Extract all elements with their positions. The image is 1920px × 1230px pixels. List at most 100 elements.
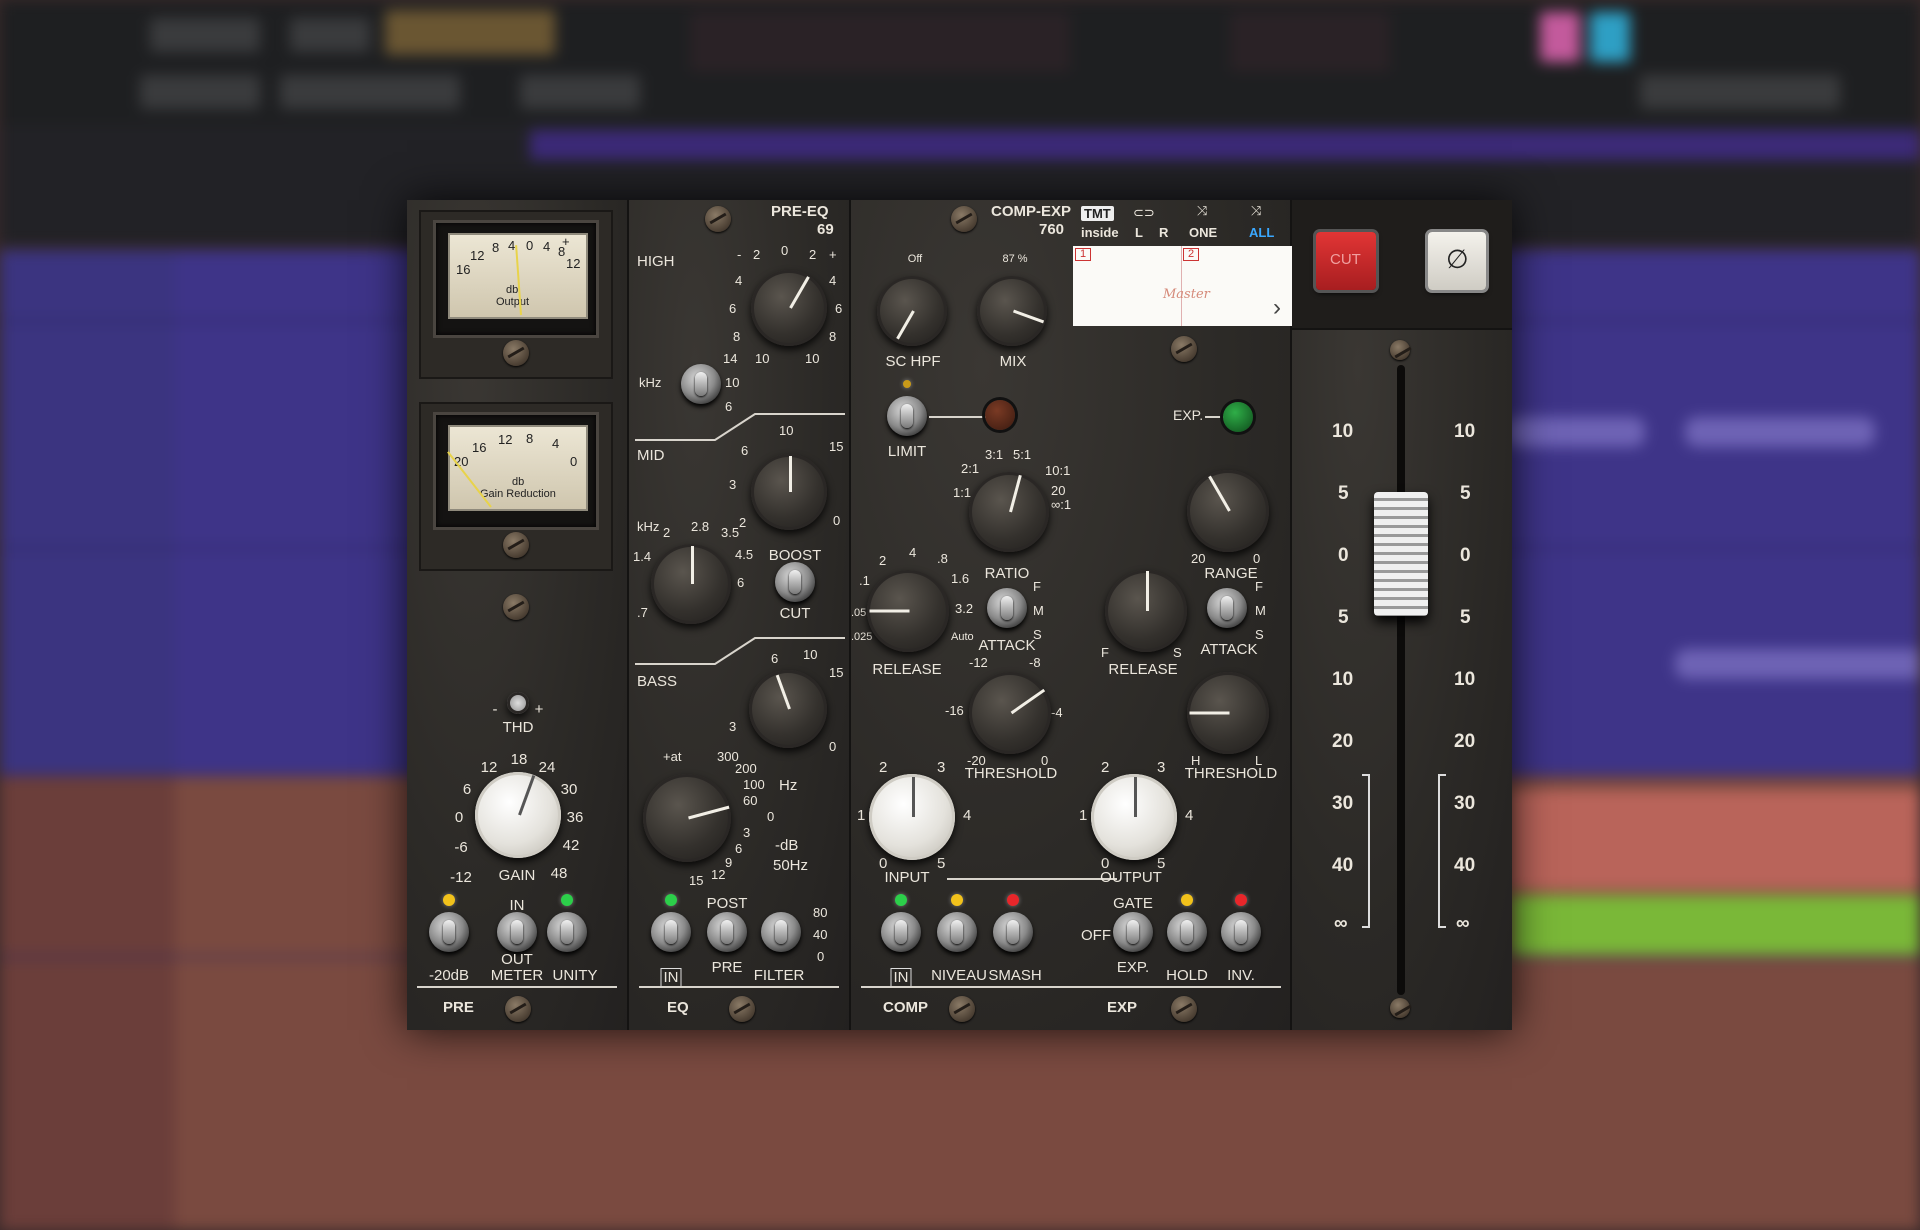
daw-track-header [0, 776, 175, 958]
cut-button[interactable]: CUT [1316, 232, 1376, 290]
gate-exp-switch[interactable] [1113, 912, 1153, 952]
eq-high-gain-knob[interactable] [751, 270, 827, 346]
eq-freq-tick: 3.5 [721, 525, 740, 540]
pre-gain-knob[interactable] [475, 772, 561, 858]
eq-filter-tick: 3 [743, 825, 751, 840]
ratio-tick: 20 [1051, 483, 1066, 498]
output-knob[interactable] [1091, 774, 1177, 860]
exp-release-knob[interactable] [1105, 570, 1187, 652]
random-one-button[interactable]: ONE [1189, 226, 1217, 239]
eq-tick: 10 [805, 351, 820, 366]
output-vu-meter: 16 12 8 4 0 4 8 12 + db Output [433, 220, 599, 338]
comp-threshold-knob[interactable] [969, 672, 1051, 754]
unity-label: UNITY [552, 967, 598, 984]
eq-high-freq-switch[interactable] [681, 364, 721, 404]
pre-section: 16 12 8 4 0 4 8 12 + db Output 20 16 12 … [407, 200, 629, 1030]
link-icon: ⊂⊃ [1133, 205, 1155, 220]
unity-switch[interactable] [547, 912, 587, 952]
eq-db-label: -dB [775, 837, 799, 854]
eq-mid-gain-knob[interactable] [751, 454, 827, 530]
eq-filter-tick: 15 [689, 873, 704, 888]
eq-filter-tick: 0 [767, 809, 775, 824]
eq-bass-freq-knob[interactable] [643, 774, 731, 862]
tmt-badge[interactable]: TMT [1081, 206, 1114, 221]
eq-freq-tick: 2 [663, 525, 671, 540]
cut-button-label: CUT [1330, 251, 1361, 268]
exp-section-label: EXP [1107, 999, 1138, 1016]
thd-plus-label: + [534, 701, 544, 718]
input-tick: 3 [937, 759, 946, 776]
eq-in-switch[interactable] [651, 912, 691, 952]
exp-mode-label: EXP. [1116, 959, 1150, 976]
meter-calibration-screw[interactable] [503, 532, 529, 558]
pad-20db-switch[interactable] [429, 912, 469, 952]
niveau-switch[interactable] [937, 912, 977, 952]
eq-tick: 2 [753, 247, 761, 262]
eq-freq-tick: 14 [723, 351, 738, 366]
ratio-knob[interactable] [969, 472, 1049, 552]
panel-screw [729, 996, 755, 1022]
gain-tick: 0 [454, 809, 464, 826]
smash-led [1007, 894, 1019, 906]
eq-tick: 3 [729, 719, 737, 734]
exp-label: EXP. [1173, 407, 1204, 423]
divider [861, 986, 1281, 988]
eq-freq-tick: 6 [737, 575, 745, 590]
preset-next-button[interactable]: › [1273, 296, 1281, 320]
exp-range-knob[interactable] [1187, 470, 1269, 552]
smash-switch[interactable] [993, 912, 1033, 952]
eq-tick: - [737, 247, 742, 262]
panel-screw [1171, 996, 1197, 1022]
fader-handle[interactable] [1374, 492, 1428, 616]
meter-in-out-switch[interactable] [497, 912, 537, 952]
panel-screw [1390, 340, 1410, 360]
preset-name: Master [1163, 287, 1210, 302]
eq-pre-post-switch[interactable] [707, 912, 747, 952]
eq-filter-value: 0 [817, 949, 825, 964]
exp-threshold-knob[interactable] [1187, 672, 1269, 754]
preset-slot-2[interactable]: 2 [1183, 248, 1200, 261]
comp-release-knob[interactable] [867, 570, 949, 652]
channel-l-button[interactable]: L [1135, 226, 1143, 239]
meter-tick: 12 [498, 432, 513, 447]
gain-tick: 18 [510, 751, 528, 768]
meter-calibration-screw[interactable] [503, 340, 529, 366]
preset-display[interactable]: 1 2 Master › [1073, 246, 1292, 326]
eq-filter-switch[interactable] [761, 912, 801, 952]
inv-switch[interactable] [1221, 912, 1261, 952]
meter-tick: 0 [526, 238, 534, 253]
comp-attack-switch[interactable] [987, 588, 1027, 628]
eq-hz-label: Hz [779, 777, 798, 794]
sc-hpf-knob[interactable] [877, 276, 947, 346]
eq-boost-cut-switch[interactable] [775, 562, 815, 602]
comp-in-led [895, 894, 907, 906]
fader-section: CUT ∅ 10 5 0 5 10 20 30 40 ∞ 10 5 0 5 10 [1292, 200, 1512, 1030]
eq-bass-label: BASS [637, 673, 678, 690]
comp-release-label: RELEASE [872, 661, 942, 678]
meter-switch-label: METER [490, 967, 544, 984]
random-all-button[interactable]: ALL [1249, 226, 1274, 239]
input-knob[interactable] [869, 774, 955, 860]
limit-switch[interactable] [887, 396, 927, 436]
mix-knob[interactable] [977, 276, 1047, 346]
meter-tick: 4 [543, 239, 551, 254]
channel-r-button[interactable]: R [1159, 226, 1168, 239]
exp-attack-fms: M [1255, 603, 1266, 618]
eq-mid-freq-knob[interactable] [651, 544, 731, 624]
phase-invert-button[interactable]: ∅ [1428, 232, 1486, 290]
hold-switch[interactable] [1167, 912, 1207, 952]
preset-slot-1[interactable]: 1 [1075, 248, 1092, 261]
smash-label: SMASH [988, 967, 1042, 984]
input-tick: 1 [857, 807, 866, 824]
eq-filter-tick: 200 [735, 761, 757, 776]
thd-trim-knob[interactable] [507, 692, 529, 714]
comp-in-switch[interactable] [881, 912, 921, 952]
exp-attack-switch[interactable] [1207, 588, 1247, 628]
attack-fms: M [1033, 603, 1044, 618]
output-label: OUTPUT [1100, 869, 1162, 886]
meter-unit: db [512, 476, 525, 488]
threshold-tick: -12 [969, 655, 988, 670]
fader-tick: 10 [1332, 669, 1354, 690]
gate-label: GATE [1113, 895, 1153, 912]
eq-bass-gain-knob[interactable] [749, 670, 827, 748]
